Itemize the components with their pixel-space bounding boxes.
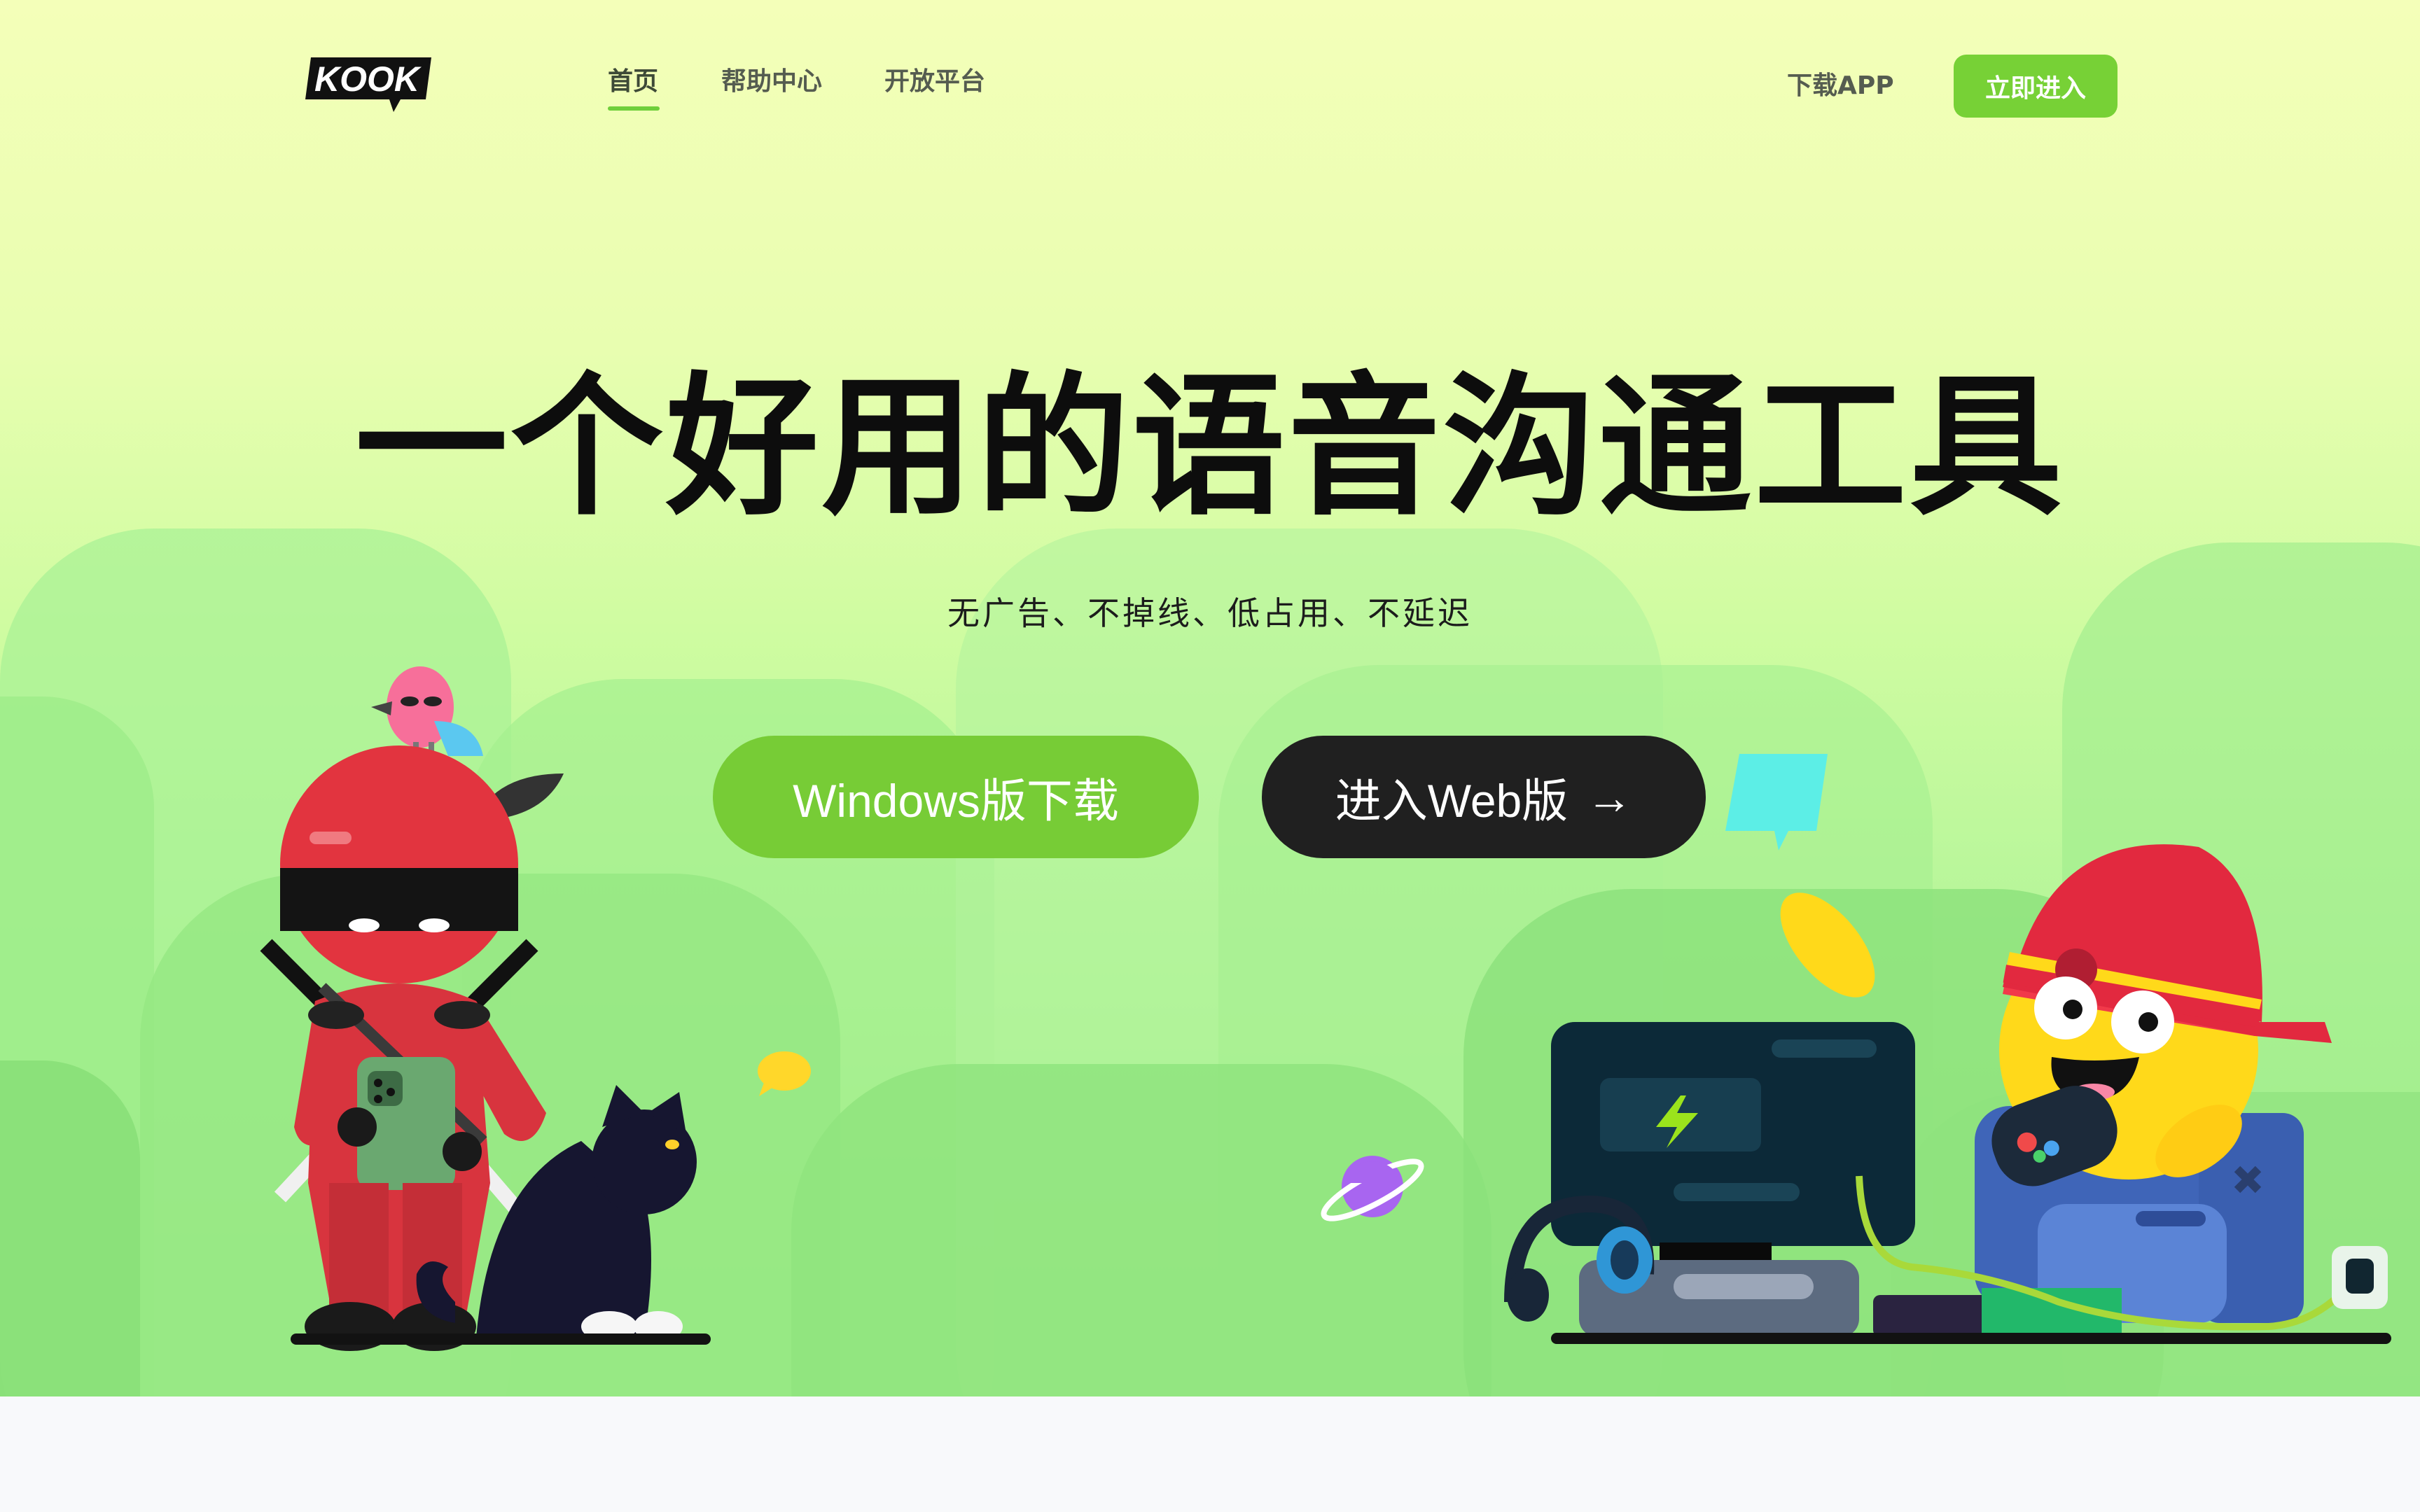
windows-download-button[interactable]: Windows版下载: [713, 736, 1199, 858]
gamer-character-illustration: [1504, 844, 2391, 1344]
nav-item-help-center[interactable]: 帮助中心: [721, 64, 822, 99]
planet-icon: [1321, 1156, 1424, 1222]
page-below-hero: [0, 1396, 2420, 1512]
nav-active-underline: [608, 106, 660, 111]
hero-subtitle: 无广告、不掉线、低占用、不延迟: [947, 594, 1473, 632]
parrot-illustration: [371, 666, 483, 756]
nav-item-home[interactable]: 首页: [608, 64, 658, 99]
svg-text:KOOK: KOOK: [314, 59, 422, 99]
enter-now-button[interactable]: 立即进入: [1954, 55, 2118, 118]
hero-title: 一个好用的语音沟通工具: [355, 359, 2065, 536]
kook-logo[interactable]: KOOK: [302, 55, 436, 115]
download-app-link[interactable]: 下载APP: [1787, 69, 1894, 104]
windows-download-label: Windows版下载: [793, 774, 1119, 827]
small-bubble-icon: [758, 1051, 811, 1096]
ninja-character-illustration: [260, 666, 711, 1351]
hero-section: KOOK 首页 帮助中心 开放平台 下载APP 立即进入 一个好用的语音沟通工具…: [0, 0, 2420, 1396]
nav-item-open-platform[interactable]: 开放平台: [884, 64, 985, 99]
